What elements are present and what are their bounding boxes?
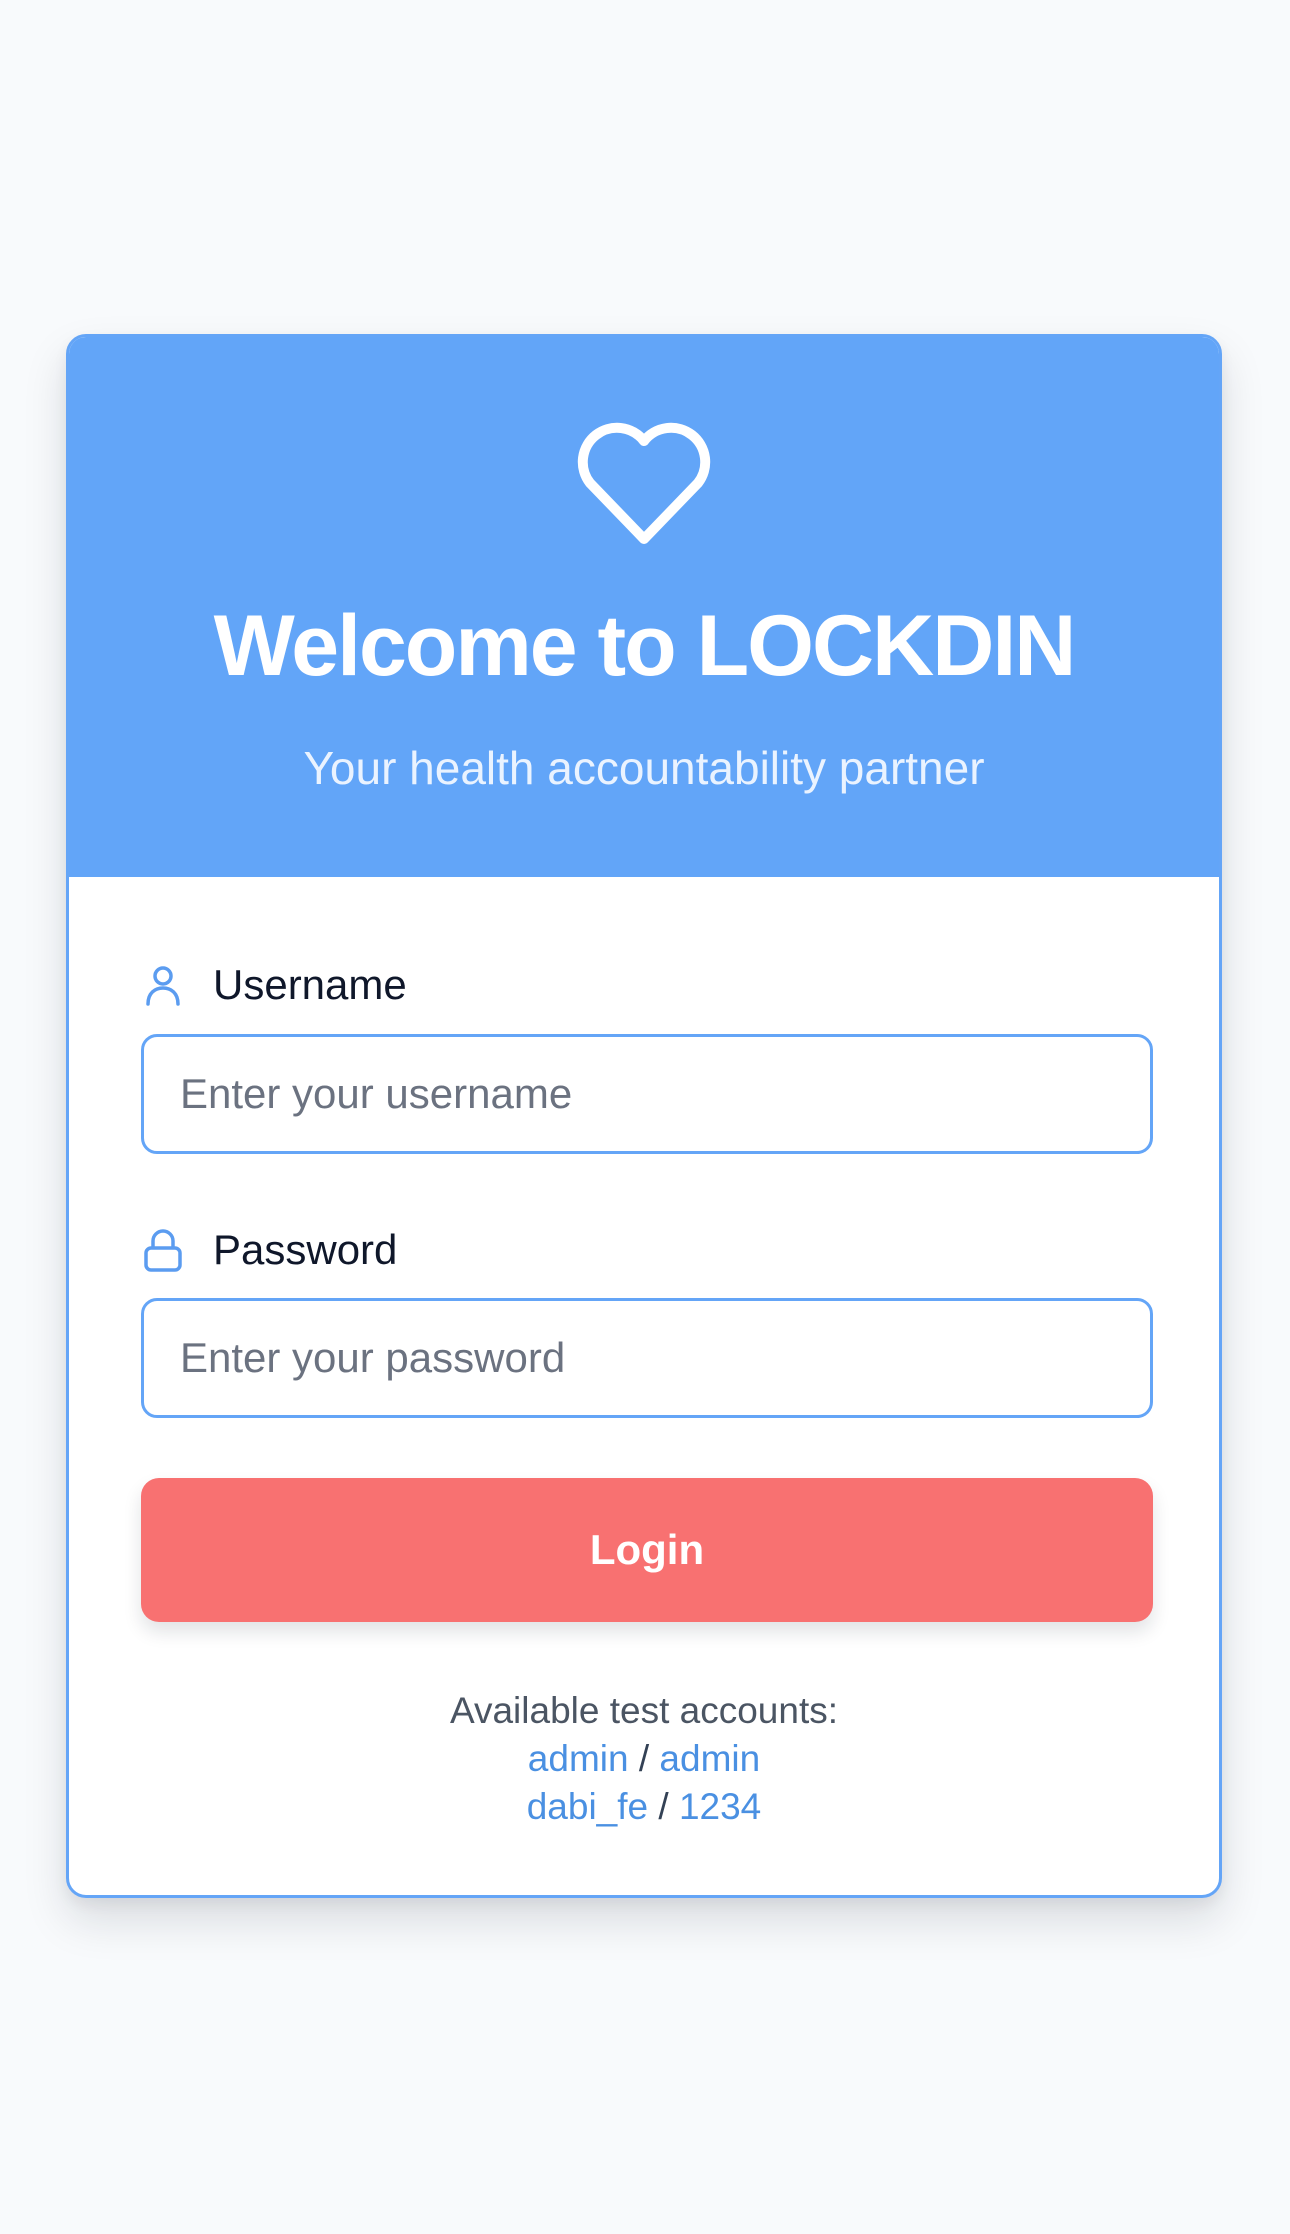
user-icon <box>141 963 185 1007</box>
page-title: Welcome to LOCKDIN <box>213 598 1077 694</box>
card-header: Welcome to LOCKDIN Your health accountab… <box>69 337 1219 877</box>
test-account-username[interactable]: dabi_fe <box>527 1786 648 1827</box>
lock-icon <box>141 1228 185 1272</box>
test-account-row: dabi_fe / 1234 <box>69 1783 1219 1831</box>
test-account-separator: / <box>658 1786 669 1827</box>
password-label-text: Password <box>213 1226 398 1273</box>
username-label-text: Username <box>213 961 407 1008</box>
username-label: Username <box>141 957 407 1013</box>
test-account-row: admin / admin <box>69 1735 1219 1783</box>
login-card: Welcome to LOCKDIN Your health accountab… <box>66 334 1222 1898</box>
test-account-separator: / <box>638 1738 650 1779</box>
test-accounts-heading: Available test accounts: <box>449 1690 839 1731</box>
username-input[interactable] <box>141 1034 1153 1154</box>
password-label: Password <box>141 1222 397 1278</box>
test-account-password[interactable]: 1234 <box>679 1786 761 1827</box>
password-input[interactable] <box>141 1298 1153 1418</box>
heart-icon <box>577 422 711 544</box>
page-subtitle: Your health accountability partner <box>303 742 985 794</box>
test-account-password[interactable]: admin <box>659 1738 760 1779</box>
test-accounts: Available test accounts: admin / admin d… <box>69 1687 1219 1831</box>
test-account-username[interactable]: admin <box>528 1738 629 1779</box>
login-button[interactable]: Login <box>141 1478 1153 1622</box>
